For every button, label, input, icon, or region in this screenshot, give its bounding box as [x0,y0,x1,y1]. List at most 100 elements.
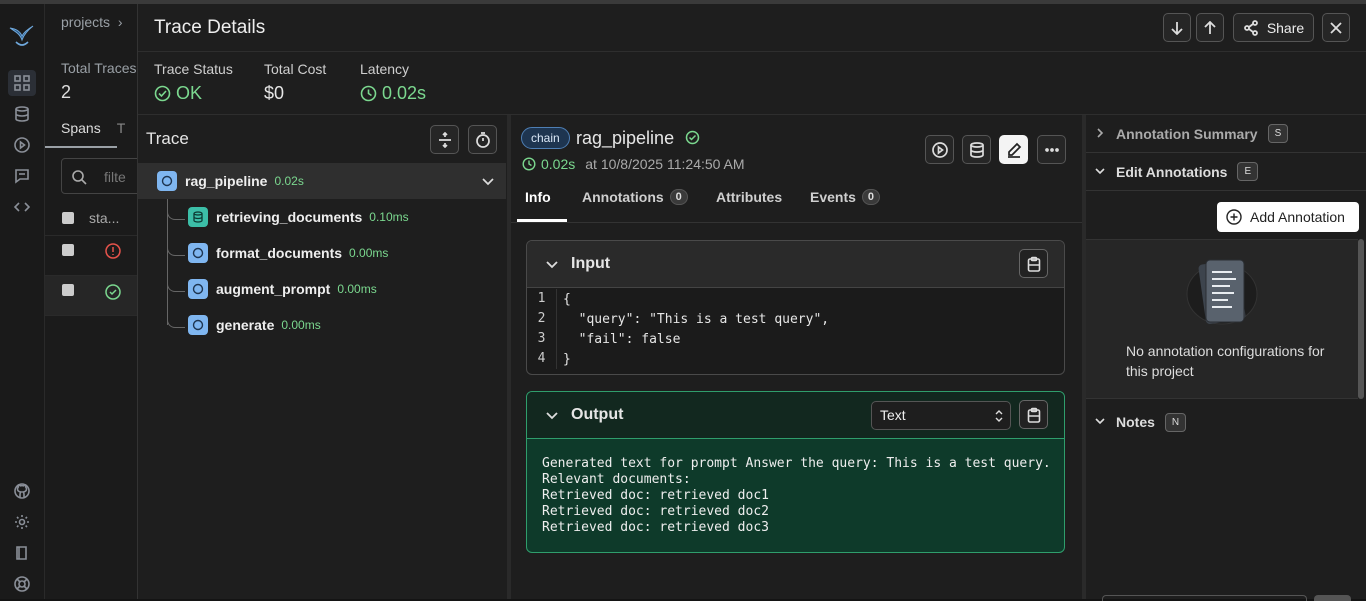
select-all-checkbox[interactable] [62,212,74,224]
span-row[interactable]: generate 0.00ms [188,307,321,343]
tab-events[interactable]: Events 0 [810,189,881,205]
tree-connector [167,206,185,220]
chevron-down-icon[interactable] [545,409,559,423]
circle-icon [188,315,208,335]
annotations-panel: Annotation Summary S Edit Annotations E … [1086,115,1366,601]
chat-icon[interactable] [12,166,32,186]
span-timing: 0.02s at 10/8/2025 11:24:50 AM [522,156,745,172]
input-panel: Input 1{ 2 "query": "This is a test quer… [526,240,1065,375]
total-traces-value: 2 [61,82,72,102]
span-row[interactable]: augment_prompt 0.00ms [188,271,377,307]
table-row[interactable] [45,236,140,276]
chevron-down-icon[interactable] [481,175,495,189]
tab-active-underline [45,146,117,148]
annotation-summary-section[interactable]: Annotation Summary S [1086,115,1366,153]
dialog-header: Trace Details Share [138,4,1366,52]
tree-connector [167,199,168,325]
row-checkbox[interactable] [62,284,74,296]
search-icon [72,170,87,185]
add-to-dataset-button[interactable] [962,135,991,164]
clock-icon [360,85,377,102]
tree-connector [167,278,185,292]
error-icon [105,243,121,259]
annotate-button[interactable] [999,135,1028,164]
empty-state-message: No annotation configurations for this pr… [1126,343,1325,379]
tree-connector [167,242,185,256]
total-traces-label: Total Traces [61,60,137,76]
chevron-down-icon [1095,168,1105,175]
expand-collapse-button[interactable] [430,125,459,154]
more-options-button[interactable] [1037,135,1066,164]
span-row-root[interactable]: rag_pipeline 0.02s [157,163,304,199]
span-name: rag_pipeline [576,128,700,149]
input-code-view[interactable]: 1{ 2 "query": "This is a test query", 3 … [527,289,829,369]
note-input[interactable] [1102,595,1307,601]
notes-section[interactable]: Notes N [1086,403,1366,441]
span-row[interactable]: retrieving_documents 0.10ms [188,199,409,235]
expand-vertical-icon [438,131,451,148]
copy-input-button[interactable] [1019,249,1048,278]
tab-info[interactable]: Info [525,189,551,205]
chain-span-icon [157,171,177,191]
code-line: 2 "query": "This is a test query", [527,309,829,329]
input-panel-header[interactable]: Input [527,241,1064,288]
playground-button[interactable] [925,135,954,164]
circle-icon [188,243,208,263]
next-trace-button[interactable] [1163,13,1191,42]
ok-check-icon [105,284,121,300]
tab-spans[interactable]: Spans T [61,120,125,136]
copy-output-button[interactable] [1019,400,1048,429]
database-icon[interactable] [12,104,32,124]
trace-status: Trace Status OK [154,61,233,103]
scrollbar[interactable] [1358,239,1364,399]
empty-annotations-state: No annotation configurations for this pr… [1086,239,1358,399]
chevron-down-icon [1095,418,1105,425]
code-icon[interactable] [12,197,32,217]
circle-icon [188,279,208,299]
left-nav [0,4,45,599]
timing-toggle-button[interactable] [468,125,497,154]
close-icon [1330,21,1342,34]
span-detail-panel: chain rag_pipeline 0.02s at 10/8/2025 11… [511,115,1082,599]
share-button[interactable]: Share [1233,13,1314,42]
arrow-down-icon [1171,21,1183,35]
trace-tree-title: Trace [146,129,189,148]
table-row[interactable] [45,276,140,316]
active-tab-indicator [517,219,567,222]
settings-gear-icon[interactable] [12,512,32,532]
breadcrumb[interactable]: projects › [61,14,123,30]
tree-connector [167,314,185,328]
add-annotation-button[interactable]: Add Annotation [1217,202,1359,232]
shortcut-key: N [1164,412,1187,432]
close-button[interactable] [1322,13,1350,42]
row-checkbox[interactable] [62,244,74,256]
edit-annotations-section[interactable]: Edit Annotations E [1086,153,1366,191]
trace-details-dialog: Trace Details Share Trace Status OK Tota… [137,4,1366,601]
latency: Latency 0.02s [360,61,427,103]
trace-stats: Trace Status OK Total Cost $0 Latency 0.… [138,52,1366,115]
clock-icon [522,157,536,171]
tab-attributes[interactable]: Attributes [716,189,782,205]
play-circle-icon[interactable] [12,135,32,155]
share-icon [1243,19,1258,36]
book-icon[interactable] [12,543,32,563]
output-format-select[interactable]: Text [871,401,1011,430]
database-icon [188,207,208,227]
output-panel-header[interactable]: Output Text [527,392,1064,439]
background-project-page: projects › Total Traces 2 Spans T filte s… [45,4,151,599]
phoenix-logo-icon[interactable] [8,20,34,50]
tab-annotations[interactable]: Annotations 0 [582,189,688,205]
github-icon[interactable] [12,481,32,501]
grid-icon[interactable] [8,70,36,96]
add-note-button[interactable] [1314,595,1351,601]
plus-circle-icon [1226,209,1242,225]
output-text[interactable]: Generated text for prompt Answer the que… [542,456,1051,536]
span-row[interactable]: format_documents 0.00ms [188,235,388,271]
help-lifebuoy-icon[interactable] [12,574,32,594]
play-circle-icon [931,141,948,158]
code-line: 4} [527,349,829,369]
code-line: 1{ [527,289,829,309]
trace-tree-panel: Trace rag_pipeline 0.02s retrieving_docu… [138,115,508,599]
chevron-down-icon[interactable] [545,258,559,272]
previous-trace-button[interactable] [1196,13,1224,42]
